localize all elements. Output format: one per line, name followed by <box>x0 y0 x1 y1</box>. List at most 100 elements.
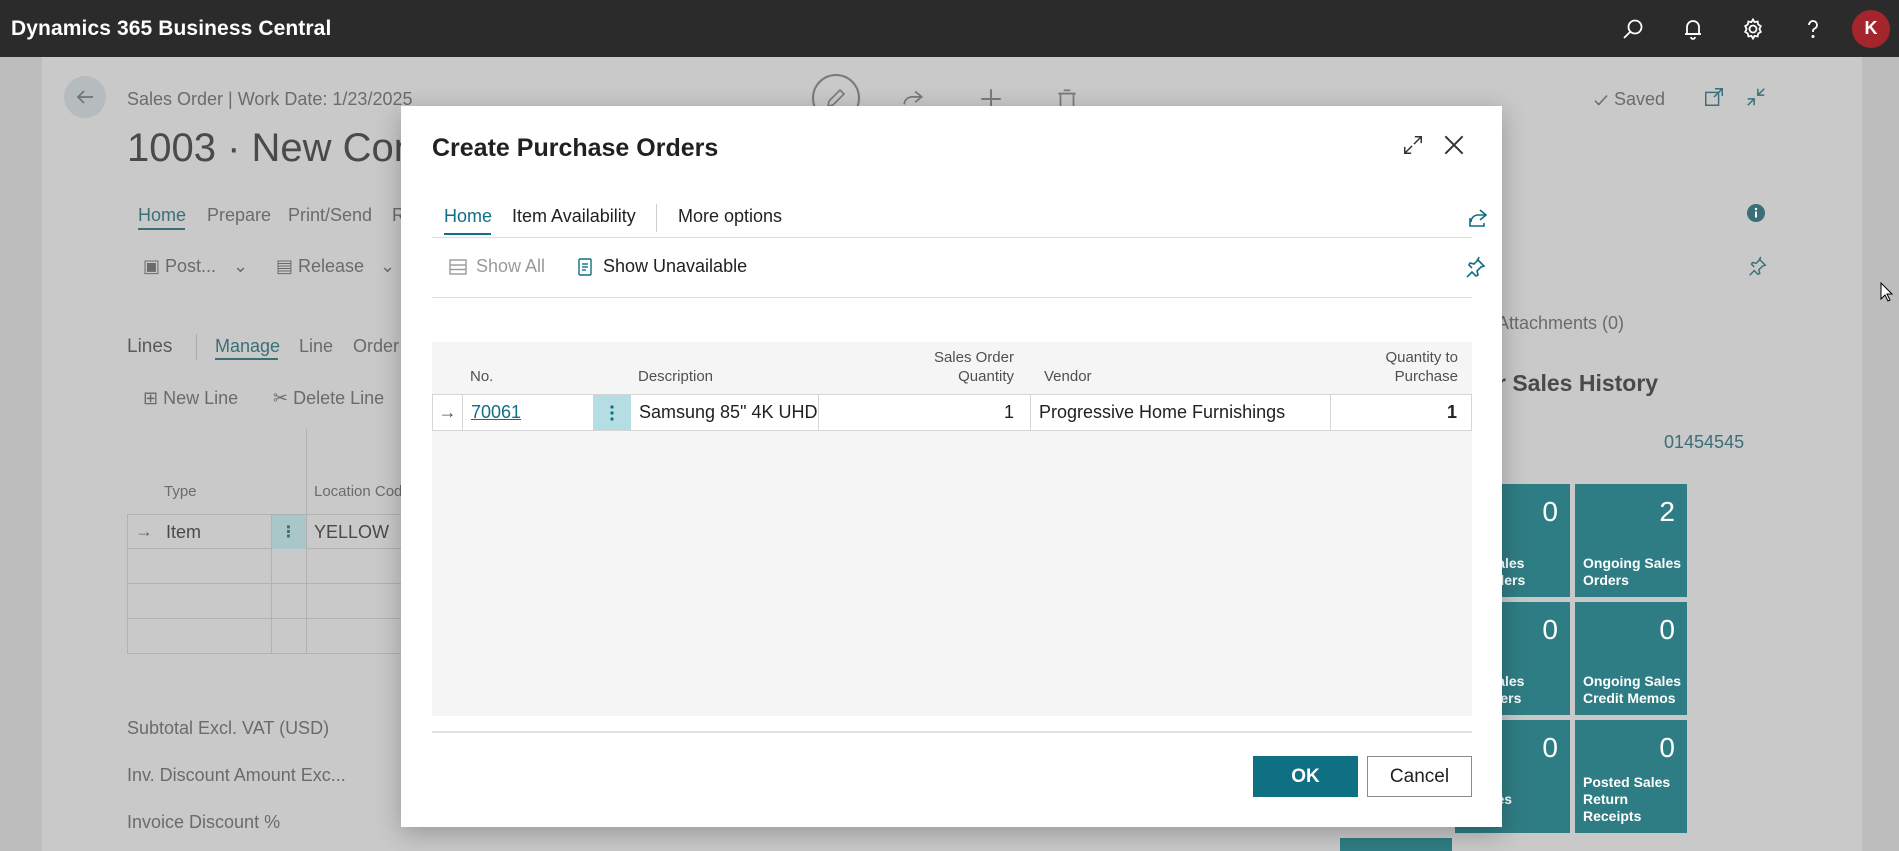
new-line-icon: ⊞ <box>143 388 164 408</box>
customer-number-link[interactable]: 01454545 <box>1664 432 1744 453</box>
page-caption: Sales Order | Work Date: 1/23/2025 <box>127 89 413 109</box>
back-button[interactable] <box>64 76 106 118</box>
row-actions-icon[interactable] <box>593 395 631 430</box>
row-arrow-icon: → <box>135 521 153 541</box>
bg-grid-divider <box>271 514 272 654</box>
bg-action-post[interactable]: ▣ Post... <box>143 256 216 277</box>
row-menu-icon[interactable]: ⋮ <box>271 515 306 549</box>
cell-sales-order-quantity[interactable]: 1 <box>819 395 1031 430</box>
cancel-button[interactable]: Cancel <box>1367 756 1472 797</box>
col-header-sales-order-quantity[interactable]: Sales Order Quantity <box>902 348 1014 400</box>
bg-new-line-button[interactable]: ⊞ New Line <box>143 388 238 409</box>
tile-partial[interactable] <box>1340 838 1452 851</box>
bg-tab-print-send[interactable]: Print/Send <box>288 205 372 226</box>
page-margin-left <box>0 57 42 851</box>
bg-tab-home[interactable]: Home <box>138 205 186 226</box>
share-icon[interactable] <box>1466 206 1490 230</box>
lines-label: Lines <box>127 336 173 357</box>
bg-tab-underline <box>138 228 185 230</box>
table-row[interactable]: → 70061 Samsung 85" 4K UHD HDR LED... 1 … <box>432 394 1472 431</box>
bg-new-line-label: New Line <box>163 388 239 408</box>
col-header-line-1: Sales Order <box>933 349 1014 366</box>
tile-ongoing-sales-credit-memos[interactable]: 0 Ongoing Sales Credit Memos <box>1575 602 1687 715</box>
bg-lines-tab-line[interactable]: Line <box>299 336 333 357</box>
cell-no[interactable]: 70061 <box>471 395 591 430</box>
chevron-down-icon-2[interactable]: ⌄ <box>380 256 395 277</box>
bg-col-type: Type <box>164 483 197 500</box>
bg-action-release-label: Release <box>298 256 365 276</box>
dialog-tab-bar: Home Item Availability More options <box>432 196 1488 238</box>
table-row[interactable] <box>127 619 407 654</box>
bg-lines-grid: Type Location Cod → Item ⋮ YELLOW <box>127 428 407 654</box>
bg-lines-tab-underline <box>215 358 278 360</box>
bg-delete-line-label: Delete Line <box>293 388 385 408</box>
show-unavailable-icon <box>578 257 592 276</box>
tile-count: 2 <box>1659 496 1675 527</box>
show-all-button[interactable]: Show All <box>448 256 545 277</box>
row-selector-arrow-icon[interactable]: → <box>433 395 463 430</box>
tile-caption-1: Posted Sales <box>1583 774 1671 790</box>
collapse-icon[interactable] <box>1745 86 1767 108</box>
bg-lines-tab-order[interactable]: Order <box>353 336 399 357</box>
chevron-down-icon[interactable]: ⌄ <box>233 256 248 277</box>
tab-more-options[interactable]: More options <box>678 206 782 227</box>
cell-quantity-to-purchase[interactable]: 1 <box>1331 395 1471 430</box>
ok-button[interactable]: OK <box>1253 756 1358 797</box>
expand-icon[interactable] <box>1398 130 1428 160</box>
dialog-title: Create Purchase Orders <box>432 134 719 162</box>
check-icon <box>1594 94 1608 106</box>
bell-icon[interactable] <box>1663 0 1723 57</box>
separator <box>196 334 197 360</box>
avatar: K <box>1852 9 1890 48</box>
tile-caption-1: Ongoing Sales <box>1583 673 1682 689</box>
pin-icon[interactable] <box>1746 256 1768 278</box>
post-icon: ▣ <box>143 256 166 276</box>
dialog-action-bar: Show All Show Unavailable <box>432 240 1486 298</box>
create-purchase-orders-dialog: Create Purchase Orders Home Item Availab… <box>401 106 1502 827</box>
show-all-label: Show All <box>476 256 546 276</box>
app-title[interactable]: Dynamics 365 Business Central <box>11 17 331 41</box>
table-row[interactable] <box>127 549 407 584</box>
invoice-discount-pct-label: Invoice Discount % <box>127 812 281 832</box>
tab-home[interactable]: Home <box>444 206 492 227</box>
bg-row-type[interactable]: Item <box>166 522 201 543</box>
gear-icon[interactable] <box>1723 0 1783 57</box>
show-unavailable-button[interactable]: Show Unavailable <box>575 256 747 277</box>
info-icon[interactable] <box>1746 203 1766 223</box>
attachments-label[interactable]: Attachments (0) <box>1497 313 1624 334</box>
release-icon: ▤ <box>276 256 299 276</box>
bg-action-post-label: Post... <box>165 256 217 276</box>
tile-caption-1: Ongoing Sales <box>1583 555 1682 571</box>
help-icon[interactable] <box>1783 0 1843 57</box>
item-no-link[interactable]: 70061 <box>471 402 521 422</box>
page-margin-right <box>1862 57 1899 851</box>
tile-posted-sales-return-receipts[interactable]: 0 Posted Sales Return Receipts <box>1575 720 1687 833</box>
bg-tab-prepare[interactable]: Prepare <box>207 205 271 226</box>
tile-count: 0 <box>1659 614 1675 645</box>
tab-item-availability[interactable]: Item Availability <box>512 206 636 227</box>
bg-delete-line-button[interactable]: ✂ Delete Line <box>273 388 384 409</box>
subtotal-label: Subtotal Excl. VAT (USD) <box>127 718 330 738</box>
search-icon[interactable] <box>1603 0 1663 57</box>
col-header-line-2: Quantity <box>958 368 1014 385</box>
pin-icon[interactable] <box>1463 256 1487 280</box>
user-avatar-button[interactable]: K <box>1843 0 1899 57</box>
show-all-icon <box>449 258 467 275</box>
tile-ongoing-sales-orders[interactable]: 2 Ongoing Sales Orders <box>1575 484 1687 597</box>
col-header-line-2: Purchase <box>1394 368 1458 385</box>
bg-lines-tab-manage[interactable]: Manage <box>215 336 280 357</box>
open-new-window-icon[interactable] <box>1703 86 1725 108</box>
tab-separator <box>656 204 657 232</box>
tile-count: 0 <box>1542 496 1558 527</box>
col-header-quantity-to-purchase[interactable]: Quantity to Purchase <box>1332 348 1458 400</box>
cell-description[interactable]: Samsung 85" 4K UHD HDR LED... <box>631 395 819 430</box>
table-row[interactable] <box>127 584 407 619</box>
cell-vendor[interactable]: Progressive Home Furnishings <box>1031 395 1331 430</box>
bg-row-location[interactable]: YELLOW <box>314 522 389 543</box>
table-row[interactable]: → Item ⋮ YELLOW <box>127 514 407 549</box>
close-icon[interactable] <box>1437 128 1471 162</box>
inv-discount-label: Inv. Discount Amount Exc... <box>127 765 346 785</box>
bg-col-location: Location Cod <box>314 483 403 500</box>
footer-divider <box>432 731 1472 733</box>
bg-action-release[interactable]: ▤ Release <box>276 256 364 277</box>
